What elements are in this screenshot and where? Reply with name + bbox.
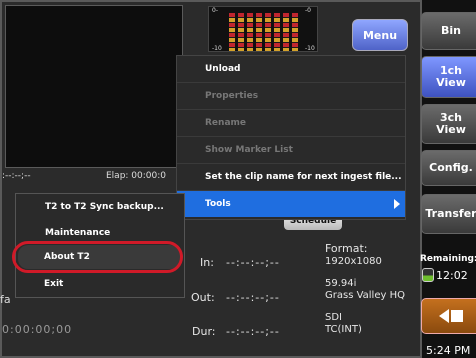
transfer-button[interactable]: Transfer [421,194,476,234]
meter-bar [292,13,298,51]
eject-icon [439,309,463,323]
submenu-arrow-icon [394,199,400,209]
format-codec: Grass Valley HQ [325,290,405,301]
meter-tick: -10 [305,45,315,52]
format-resolution: 1920x1080 [325,256,382,267]
format-input: SDI [325,312,342,323]
meter-tick: -10 [212,45,222,52]
time-row: :--:--;-- Elap: 00:00:0 [0,168,182,184]
bin-button[interactable]: Bin [421,12,476,50]
1ch-view-line2: View [436,76,466,89]
audio-meter: 0- -10 -0 -10 [208,6,318,52]
meter-bar [256,13,262,51]
annotation-circle [12,241,183,273]
meter-bar [283,13,289,51]
remaining-time: 12:02 [436,268,468,282]
menu-item-tools-label: Tools [205,199,231,209]
submenu-item-sync-backup[interactable]: T2 to T2 Sync backup... [16,194,184,220]
meter-bar [274,13,280,51]
format-title: Format: [325,242,368,255]
elapsed-time: Elap: 00:00:0 [106,171,167,181]
meter-bar [229,13,235,51]
menu-item-show-marker-list: Show Marker List [205,145,293,155]
in-value: --:--:--;-- [226,256,280,269]
meter-bar [265,13,271,51]
menu-item-set-clip-name[interactable]: Set the clip name for next ingest file..… [177,164,405,190]
in-label: In: [200,256,214,269]
storage-icon [422,268,434,282]
remaining-label: Remaining: [420,254,476,264]
main-dropdown-menu: Unload Properties Rename Show Marker Lis… [176,55,406,220]
menu-item-tools[interactable]: Tools [177,191,405,217]
1ch-view-button[interactable]: 1ch View [421,56,476,98]
current-timecode: :--:--;-- [2,171,31,181]
out-label: Out: [191,291,215,304]
dur-value: --:--:--;-- [226,325,280,338]
left-timecode: 0:00:00;00 [2,323,73,336]
remaining-value: 12:02 [422,268,468,282]
3ch-view-line2: View [436,123,466,136]
clock: 5:24 PM [426,344,471,357]
clip-label-fragment: fa [0,293,11,306]
menu-item-rename: Rename [205,118,246,128]
meter-tick: 0- [212,7,218,14]
out-value: --:--:--;-- [226,291,280,304]
meter-bar [247,13,253,51]
menu-button[interactable]: Menu [352,19,408,51]
meter-bar [238,13,244,51]
meter-tick: -0 [305,7,311,14]
menu-item-unload[interactable]: Unload [177,56,405,82]
video-preview [5,5,183,168]
format-rate: 59.94i [325,278,357,289]
format-tc: TC(INT) [325,324,362,335]
config-button[interactable]: Config. [421,150,476,186]
eject-button[interactable] [421,298,476,334]
format-info: Format: 1920x1080 59.94i Grass Valley HQ… [325,243,405,336]
3ch-view-button[interactable]: 3ch View [421,104,476,144]
menu-item-properties: Properties [205,91,259,101]
dur-label: Dur: [192,325,216,338]
submenu-item-exit[interactable]: Exit [15,271,183,297]
